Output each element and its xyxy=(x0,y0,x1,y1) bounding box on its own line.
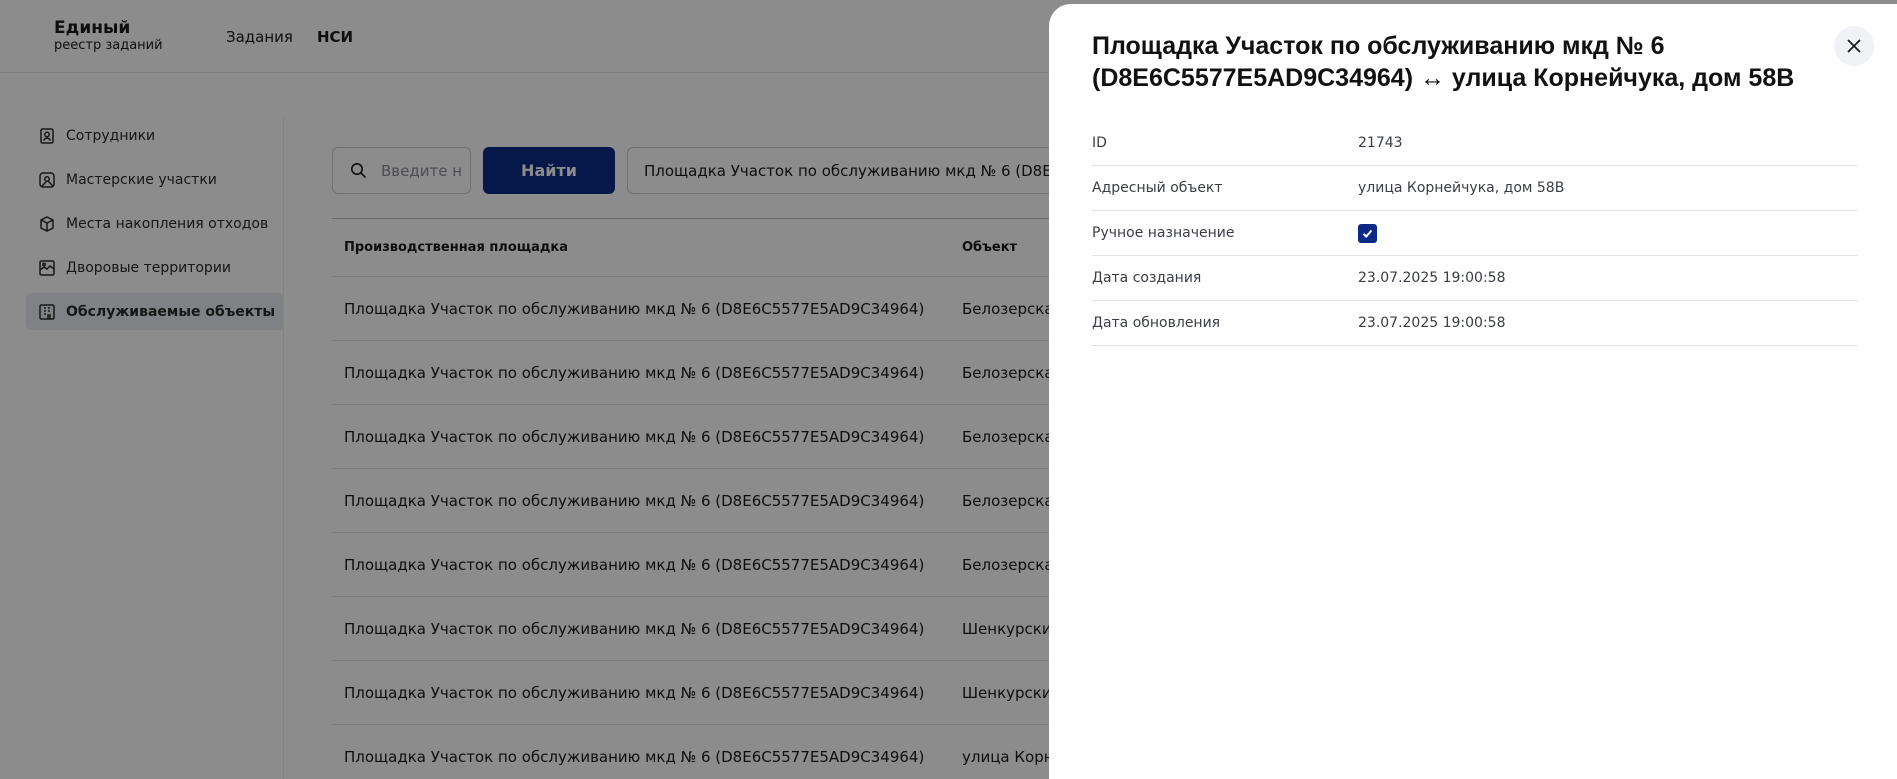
property-label: Ручное назначение xyxy=(1092,225,1235,241)
property-value: 23.07.2025 19:00:58 xyxy=(1358,315,1506,331)
property-value: улица Корнейчука, дом 58В xyxy=(1358,180,1565,196)
properties-list: ID 21743 Адресный объект улица Корнейчук… xyxy=(1092,121,1858,346)
property-value: 21743 xyxy=(1358,135,1403,151)
property-label: Дата обновления xyxy=(1092,315,1221,331)
property-row-address: Адресный объект улица Корнейчука, дом 58… xyxy=(1092,166,1858,211)
checkmark-icon xyxy=(1362,229,1373,238)
property-value: 23.07.2025 19:00:58 xyxy=(1358,270,1506,286)
drawer-title: Площадка Участок по обслуживанию мкд № 6… xyxy=(1092,32,1795,92)
property-value xyxy=(1358,223,1377,243)
close-icon xyxy=(1847,39,1861,53)
details-drawer: Площадка Участок по обслуживанию мкд № 6… xyxy=(1049,4,1897,779)
property-row-manual-assignment: Ручное назначение xyxy=(1092,211,1858,256)
property-row-id: ID 21743 xyxy=(1092,121,1858,166)
property-label: Адресный объект xyxy=(1092,180,1223,196)
property-row-created: Дата создания 23.07.2025 19:00:58 xyxy=(1092,256,1858,301)
close-button[interactable] xyxy=(1834,26,1874,66)
manual-assignment-checkbox[interactable] xyxy=(1358,223,1377,243)
property-label: Дата создания xyxy=(1092,270,1202,286)
property-label: ID xyxy=(1092,135,1107,151)
property-row-updated: Дата обновления 23.07.2025 19:00:58 xyxy=(1092,301,1858,346)
